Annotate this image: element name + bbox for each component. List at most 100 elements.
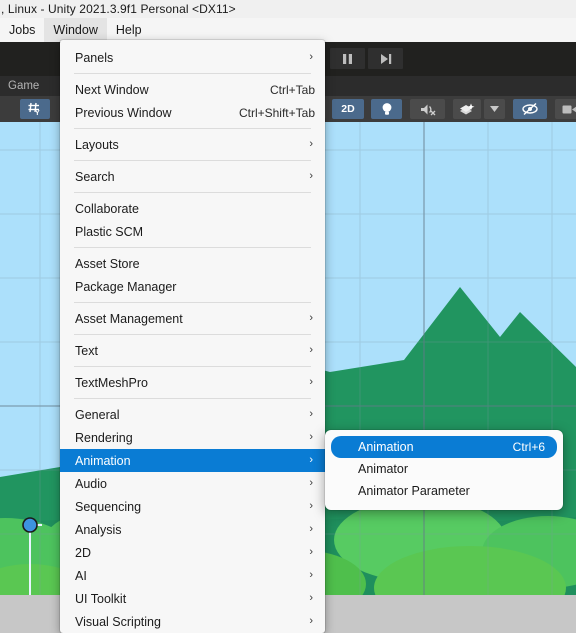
menu-item-label: 2D [75, 545, 91, 560]
menu-item-label: UI Toolkit [75, 591, 127, 606]
chevron-right-icon: › [309, 615, 313, 627]
submenu-item-label: Animator Parameter [358, 484, 470, 498]
menu-item-shortcut: Ctrl+Shift+Tab [238, 105, 315, 120]
animation-submenu-popup: Animation Ctrl+6 Animator Animator Paramete… [325, 430, 563, 510]
scene-fx-button[interactable] [453, 99, 481, 119]
menu-item-label: Plastic SCM [75, 224, 144, 239]
menu-separator [74, 128, 311, 129]
chevron-right-icon: › [309, 569, 313, 581]
menu-item-sequencing[interactable]: Sequencing › [60, 495, 325, 518]
window-menu-popup: Panels › Next Window Ctrl+Tab Previous Windo… [60, 40, 325, 633]
window-title: , Linux - Unity 2021.3.9f1 Personal <DX1… [1, 2, 236, 16]
menu-bar: Jobs Window Help [0, 18, 576, 42]
menubar-item-help[interactable]: Help [107, 18, 151, 42]
menu-item-rendering[interactable]: Rendering › [60, 426, 325, 449]
chevron-right-icon: › [309, 344, 313, 356]
scene-lighting-button[interactable] [371, 99, 402, 119]
menu-item-label: Text [75, 343, 98, 358]
effects-icon [459, 103, 475, 116]
scene-gizmos-button[interactable] [513, 99, 547, 119]
grid-snap-button[interactable]: Y [20, 99, 50, 119]
menu-separator [74, 247, 311, 248]
submenu-item-animator-parameter[interactable]: Animator Parameter [325, 480, 563, 502]
menu-item-plastic-scm[interactable]: Plastic SCM [60, 220, 325, 243]
menu-item-animation[interactable]: Animation › [60, 449, 325, 472]
lightbulb-icon [381, 102, 393, 116]
chevron-down-icon [490, 106, 499, 112]
grid-snap-icon: Y [28, 102, 43, 116]
menu-item-visual-scripting[interactable]: Visual Scripting › [60, 610, 325, 633]
chevron-right-icon: › [309, 408, 313, 420]
step-icon [380, 53, 392, 65]
menu-item-label: Previous Window [75, 105, 172, 120]
menu-separator [74, 366, 311, 367]
menu-item-search[interactable]: Search › [60, 165, 325, 188]
submenu-item-shortcut: Ctrl+6 [512, 440, 545, 454]
pause-icon [342, 53, 353, 65]
tab-game[interactable]: Game [0, 76, 48, 96]
menu-item-label: Panels [75, 50, 114, 65]
chevron-right-icon: › [309, 500, 313, 512]
audio-mute-icon [420, 103, 436, 116]
menu-item-label: General [75, 407, 120, 422]
menu-item-2d[interactable]: 2D › [60, 541, 325, 564]
menu-item-asset-management[interactable]: Asset Management › [60, 307, 325, 330]
svg-text:Y: Y [35, 110, 40, 116]
menu-item-previous-window[interactable]: Previous Window Ctrl+Shift+Tab [60, 101, 325, 124]
menu-item-label: Animation [75, 453, 131, 468]
submenu-item-label: Animator [358, 462, 409, 476]
menu-item-package-manager[interactable]: Package Manager [60, 275, 325, 298]
scene-camera-button[interactable] [555, 99, 576, 119]
menu-separator [74, 398, 311, 399]
pause-button[interactable] [330, 48, 365, 69]
chevron-right-icon: › [309, 546, 313, 558]
chevron-right-icon: › [309, 170, 313, 182]
menu-item-label: Package Manager [75, 279, 177, 294]
menu-item-label: Next Window [75, 82, 149, 97]
menu-item-audio[interactable]: Audio › [60, 472, 325, 495]
menubar-item-window[interactable]: Window [44, 18, 107, 42]
window-titlebar: , Linux - Unity 2021.3.9f1 Personal <DX1… [0, 0, 576, 18]
menu-item-collaborate[interactable]: Collaborate [60, 197, 325, 220]
chevron-right-icon: › [309, 138, 313, 150]
submenu-item-animator[interactable]: Animator [325, 458, 563, 480]
menu-item-label: Audio [75, 476, 107, 491]
menu-item-panels[interactable]: Panels › [60, 46, 325, 69]
menu-item-label: Search [75, 169, 115, 184]
chevron-right-icon: › [309, 454, 313, 466]
menu-separator [74, 160, 311, 161]
menu-item-label: Sequencing [75, 499, 142, 514]
menu-item-layouts[interactable]: Layouts › [60, 133, 325, 156]
menu-item-label: Analysis [75, 522, 122, 537]
menu-item-label: AI [75, 568, 87, 583]
gizmos-off-icon [521, 102, 539, 116]
menu-item-textmeshpro[interactable]: TextMeshPro › [60, 371, 325, 394]
menu-item-label: Layouts [75, 137, 119, 152]
menu-item-label: Visual Scripting [75, 614, 161, 629]
toggle-2d-button[interactable]: 2D [332, 99, 364, 119]
menu-item-analysis[interactable]: Analysis › [60, 518, 325, 541]
menu-item-next-window[interactable]: Next Window Ctrl+Tab [60, 78, 325, 101]
menu-item-label: Asset Store [75, 256, 140, 271]
menu-separator [74, 334, 311, 335]
menu-item-text[interactable]: Text › [60, 339, 325, 362]
chevron-right-icon: › [309, 376, 313, 388]
menu-item-shortcut: Ctrl+Tab [269, 82, 315, 97]
submenu-item-label: Animation [358, 440, 414, 454]
menu-item-label: Asset Management [75, 311, 183, 326]
menu-separator [74, 73, 311, 74]
menu-item-ai[interactable]: AI › [60, 564, 325, 587]
chevron-right-icon: › [309, 312, 313, 324]
menu-item-ui-toolkit[interactable]: UI Toolkit › [60, 587, 325, 610]
menu-item-label: Collaborate [75, 201, 139, 216]
menu-item-label: Rendering [75, 430, 133, 445]
menu-item-asset-store[interactable]: Asset Store [60, 252, 325, 275]
menu-item-label: TextMeshPro [75, 375, 148, 390]
chevron-right-icon: › [309, 477, 313, 489]
step-button[interactable] [368, 48, 403, 69]
menubar-item-jobs[interactable]: Jobs [0, 18, 44, 42]
scene-fx-dropdown[interactable] [484, 99, 505, 119]
menu-item-general[interactable]: General › [60, 403, 325, 426]
submenu-item-animation[interactable]: Animation Ctrl+6 [331, 436, 557, 458]
scene-audio-button[interactable] [410, 99, 445, 119]
